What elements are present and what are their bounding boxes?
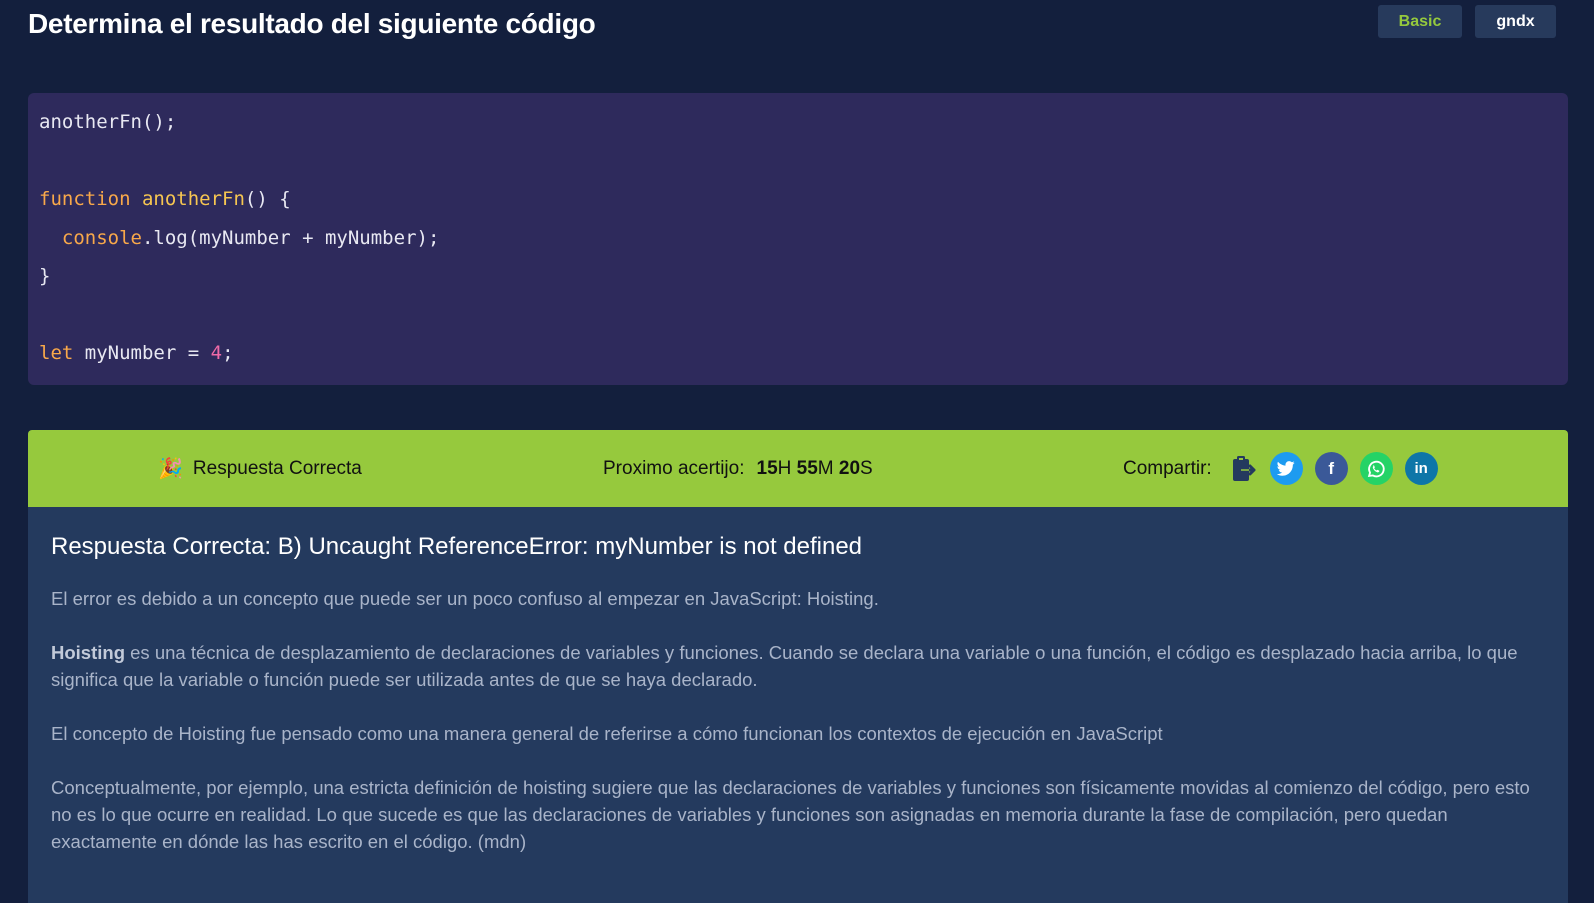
timer-minutes-unit: M — [817, 457, 834, 479]
timer-seconds-unit: S — [860, 457, 873, 479]
code-line: function anotherFn() { — [39, 186, 1568, 225]
explanation-panel: Respuesta Correcta: B) Uncaught Referenc… — [28, 507, 1568, 903]
explanation-paragraph: El error es debido a un concepto que pue… — [51, 588, 879, 609]
countdown-timer: 15H 55M 20S — [757, 458, 873, 480]
timer-hours: 15 — [756, 457, 778, 479]
share-icons: f in — [1228, 452, 1438, 485]
code-keyword: function — [39, 188, 131, 210]
explanation-paragraph: Conceptualmente, por ejemplo, una estric… — [51, 777, 1530, 852]
explanation-paragraph: Hoisting es una técnica de desplazamient… — [51, 639, 1546, 693]
code-text: .log(myNumber + myNumber); — [141, 226, 440, 249]
timer-hours-unit: H — [777, 457, 792, 479]
timer-minutes: 55 — [796, 457, 818, 479]
next-riddle-label: Proximo acertijo: — [603, 457, 745, 479]
twitter-icon[interactable] — [1269, 452, 1303, 485]
code-line: console.log(myNumber + myNumber); — [39, 225, 1568, 264]
whatsapp-icon[interactable] — [1359, 452, 1393, 485]
code-object: console — [61, 226, 142, 249]
party-popper-icon: 🎉 — [158, 458, 183, 480]
code-text: ; — [222, 342, 234, 364]
timer-seconds: 20 — [838, 457, 861, 479]
result-status: 🎉 Respuesta Correcta — [158, 430, 362, 507]
clipboard-icon[interactable] — [1228, 452, 1258, 485]
explanation-text: es una técnica de desplazamiento de decl… — [51, 642, 1518, 690]
code-line: let myNumber = 4; — [39, 340, 1568, 379]
share-section: Compartir: f in — [1123, 430, 1438, 507]
level-tag[interactable]: Basic — [1378, 5, 1462, 38]
page-title: Determina el resultado del siguiente cód… — [28, 8, 596, 39]
tags-group: Basic gndx — [1378, 5, 1556, 38]
challenge-page: Determina el resultado del siguiente cód… — [0, 0, 1594, 903]
explanation-paragraph: El concepto de Hoisting fue pensado como… — [51, 723, 1163, 744]
next-riddle: Proximo acertijo: 15H 55M 20S — [603, 430, 873, 507]
code-text: () { — [244, 188, 291, 210]
result-status-text: Respuesta Correcta — [192, 457, 362, 479]
result-bar: 🎉 Respuesta Correcta Proximo acertijo: 1… — [28, 430, 1568, 507]
author-tag[interactable]: gndx — [1475, 5, 1556, 38]
correct-answer-heading: Respuesta Correcta: B) Uncaught Referenc… — [51, 533, 863, 560]
code-line: anotherFn(); — [39, 109, 1568, 148]
code-keyword: let — [39, 342, 74, 364]
code-text: } — [39, 265, 51, 287]
linkedin-icon[interactable]: in — [1404, 452, 1438, 485]
code-line: } — [39, 263, 1568, 302]
code-text: anotherFn(); — [39, 111, 177, 133]
hoisting-term: Hoisting — [51, 642, 125, 663]
code-block: anotherFn(); function anotherFn() { cons… — [28, 93, 1568, 385]
code-function-name: anotherFn — [141, 188, 245, 210]
code-text: myNumber = — [73, 342, 211, 364]
share-label: Compartir: — [1123, 457, 1212, 479]
facebook-icon[interactable]: f — [1314, 452, 1348, 485]
code-number: 4 — [210, 342, 223, 364]
